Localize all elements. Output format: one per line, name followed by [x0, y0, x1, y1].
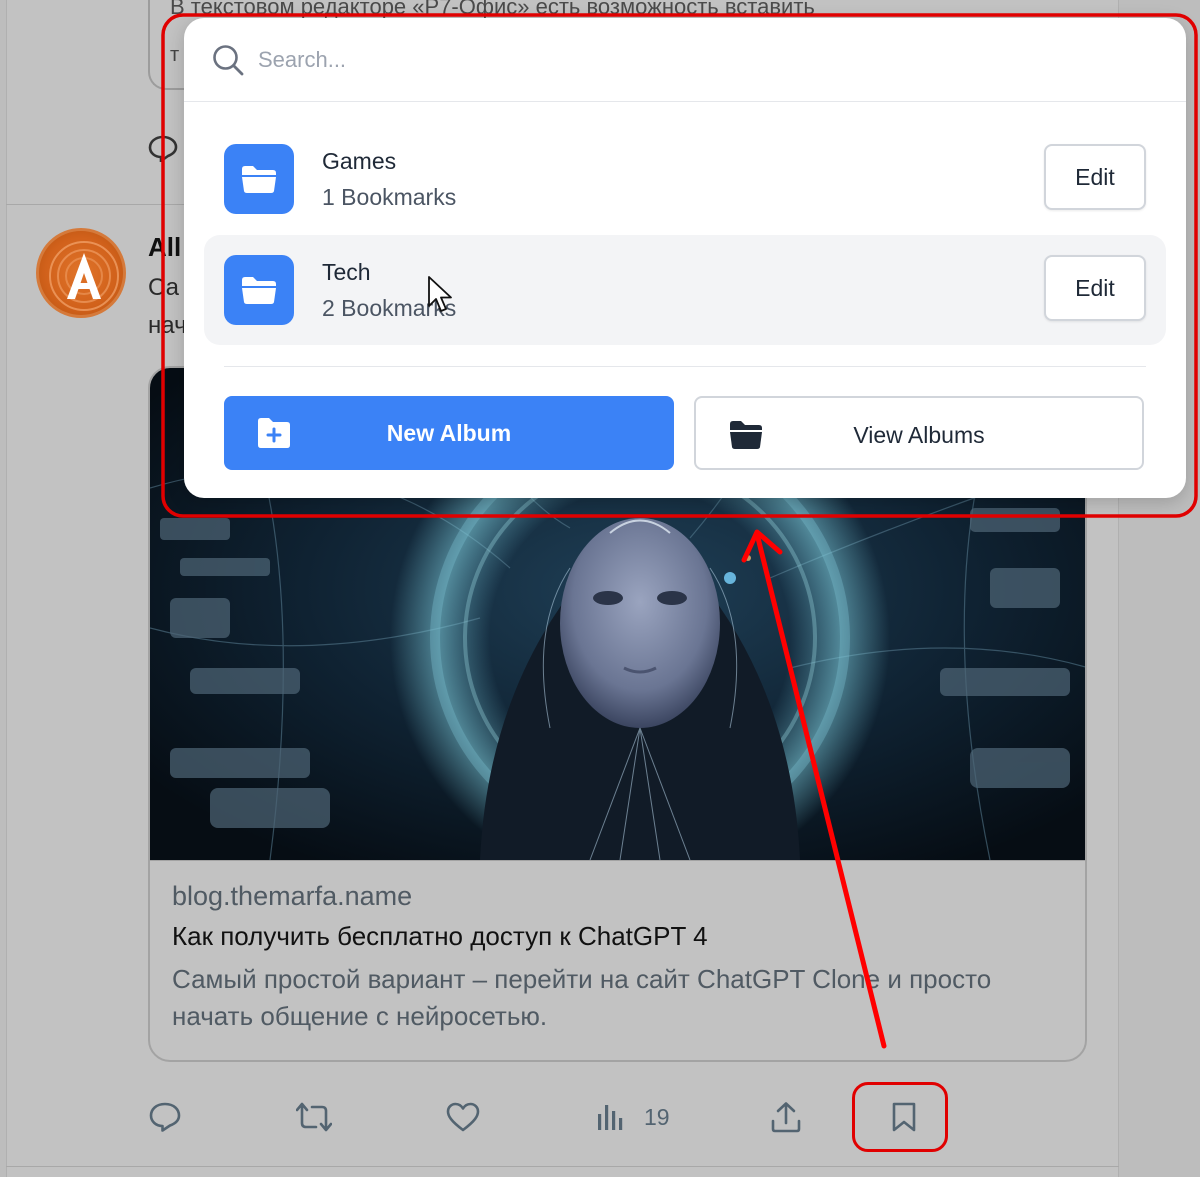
search-icon	[213, 45, 244, 76]
folder-icon	[224, 255, 294, 325]
bar-chart-icon	[598, 1105, 623, 1130]
post-text-line1: Са	[148, 274, 179, 301]
album-bookmark-count: 1 Bookmarks	[322, 184, 457, 210]
search-bar	[184, 18, 1186, 102]
bookmark-highlight-annotation	[852, 1082, 948, 1152]
feed-bottom-divider	[6, 1166, 1119, 1167]
like-button[interactable]	[446, 1094, 480, 1140]
link-title: Как получить бесплатно доступ к ChatGPT …	[172, 921, 708, 951]
view-albums-button[interactable]: View Albums	[694, 396, 1144, 470]
album-item-games[interactable]: Games 1 Bookmarks Edit	[204, 124, 1166, 234]
views-button[interactable]: 19	[596, 1094, 670, 1140]
post-author-name[interactable]: All	[148, 232, 181, 263]
view-albums-label: View Albums	[853, 422, 985, 448]
album-name: Tech	[322, 259, 371, 285]
new-album-label: New Album	[386, 420, 512, 446]
album-item-tech[interactable]: Tech 2 Bookmarks Edit	[204, 235, 1166, 345]
link-description: Самый простой вариант – перейти на сайт …	[172, 964, 992, 1031]
reply-icon	[149, 1102, 181, 1132]
popover-divider	[224, 366, 1146, 367]
reply-button[interactable]	[148, 1094, 182, 1140]
repost-icon	[296, 1102, 332, 1132]
edit-album-button[interactable]: Edit	[1044, 255, 1146, 321]
album-name: Games	[322, 148, 397, 174]
bookmark-albums-popover: Games 1 Bookmarks Edit Tech 2 Bookmarks …	[184, 18, 1186, 498]
repost-button[interactable]	[296, 1094, 332, 1140]
mouse-cursor-icon	[428, 276, 452, 312]
share-button[interactable]	[770, 1094, 802, 1140]
reply-icon[interactable]	[148, 134, 178, 162]
heart-icon	[446, 1102, 480, 1132]
previous-post-text: В текстовом редакторе «Р7-Офис» есть воз…	[170, 0, 815, 19]
new-album-button[interactable]: New Album	[224, 396, 674, 470]
avatar[interactable]	[36, 228, 126, 318]
post-text-line2: нач	[148, 312, 187, 339]
link-preview-meta: blog.themarfa.name Как получить бесплатн…	[150, 860, 1085, 1060]
search-input[interactable]	[258, 38, 1138, 82]
views-count: 19	[644, 1103, 670, 1130]
edit-album-button[interactable]: Edit	[1044, 144, 1146, 210]
link-domain: blog.themarfa.name	[172, 881, 413, 911]
share-icon	[771, 1102, 801, 1133]
folder-icon	[224, 144, 294, 214]
previous-post-fragment: т	[170, 44, 180, 66]
post-actions-bar: 19	[0, 1094, 1120, 1142]
